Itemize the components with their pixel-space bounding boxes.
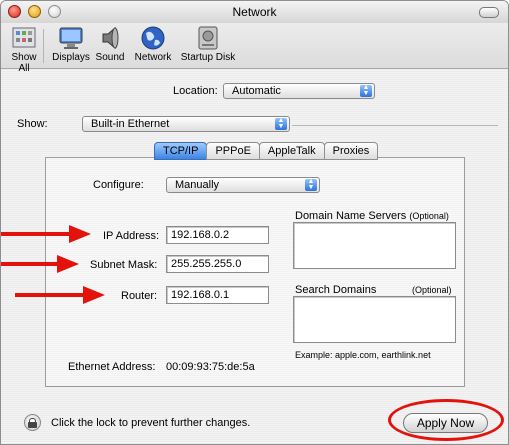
show-value: Built-in Ethernet — [91, 118, 170, 130]
search-domains-label: Search Domains — [295, 284, 377, 296]
preferences-toolbar: Show All Displays Sound Network Startup — [1, 23, 508, 74]
toolbar-toggle-button[interactable] — [479, 7, 499, 18]
toolbar-label: Sound — [95, 52, 125, 63]
tab-proxies[interactable]: Proxies — [323, 142, 379, 160]
annotation-ellipse — [388, 399, 504, 441]
location-popup[interactable]: Automatic ▲ ▼ — [223, 83, 375, 99]
toolbar-sound[interactable]: Sound — [92, 25, 128, 63]
router-label: Router: — [121, 290, 158, 302]
subnet-mask-label: Subnet Mask: — [90, 259, 158, 271]
toolbar-separator — [43, 29, 44, 63]
subnet-mask-field[interactable]: 255.255.255.0 — [166, 255, 269, 273]
annotation-arrow-head — [57, 255, 79, 273]
ethernet-address-value: 00:09:93:75:de:5a — [166, 361, 255, 373]
router-field[interactable]: 192.168.0.1 — [166, 286, 269, 304]
search-domains-example: Example: apple.com, earthlink.net — [295, 350, 431, 360]
ethernet-address-label: Ethernet Address: — [68, 361, 156, 373]
dns-label-text: Domain Name Servers — [295, 210, 407, 222]
displays-icon — [56, 25, 86, 51]
configure-label: Configure: — [93, 179, 144, 191]
lock-message: Click the lock to prevent further change… — [51, 417, 251, 429]
toolbar-startup-disk[interactable]: Startup Disk — [178, 25, 238, 63]
tab-tcpip[interactable]: TCP/IP — [154, 142, 208, 160]
startup-disk-icon — [193, 25, 223, 51]
annotation-arrow-head — [69, 225, 91, 243]
sound-icon — [95, 25, 125, 51]
location-label: Location: — [173, 85, 218, 97]
popup-arrows-icon: ▲ ▼ — [275, 117, 287, 130]
popup-arrows-icon: ▲ ▼ — [360, 84, 372, 97]
annotation-arrow-head — [83, 286, 105, 304]
location-value: Automatic — [232, 85, 281, 97]
divider — [292, 125, 498, 126]
ip-address-label: IP Address: — [103, 230, 160, 242]
toolbar-label: Network — [134, 52, 172, 63]
tab-pppoe[interactable]: PPPoE — [206, 142, 260, 160]
tab-bar: TCP/IP PPPoE AppleTalk Proxies — [154, 142, 379, 160]
toolbar-label: Displays — [52, 52, 90, 63]
annotation-arrow — [1, 232, 71, 236]
lock-icon[interactable] — [24, 414, 41, 431]
configure-value: Manually — [175, 179, 220, 191]
toolbar-network[interactable]: Network — [129, 25, 177, 63]
window-title: Network — [232, 5, 277, 19]
network-preferences-window: Network Show All Displays Sound Network … — [0, 0, 509, 445]
toolbar-label: Startup Disk — [180, 52, 236, 63]
search-domains-optional: (Optional) — [412, 285, 452, 295]
dns-optional: (Optional) — [409, 211, 449, 221]
show-label: Show: — [17, 118, 48, 130]
search-domains-field[interactable] — [293, 296, 456, 343]
show-all-icon — [9, 25, 39, 51]
title-bar: Network — [1, 1, 508, 24]
toolbar-show-all[interactable]: Show All — [5, 25, 43, 74]
annotation-arrow — [15, 293, 85, 297]
ip-address-field[interactable]: 192.168.0.2 — [166, 226, 269, 244]
popup-arrows-icon: ▲ ▼ — [305, 178, 317, 191]
tab-appletalk[interactable]: AppleTalk — [258, 142, 325, 160]
show-popup[interactable]: Built-in Ethernet ▲ ▼ — [82, 116, 290, 132]
configure-popup[interactable]: Manually ▲ ▼ — [166, 177, 320, 193]
dns-label: Domain Name Servers (Optional) — [295, 210, 449, 222]
network-globe-icon — [138, 25, 168, 51]
annotation-arrow — [1, 262, 59, 266]
toolbar-label: Show All — [11, 52, 37, 74]
toolbar-displays[interactable]: Displays — [51, 25, 91, 63]
dns-servers-field[interactable] — [293, 222, 456, 269]
